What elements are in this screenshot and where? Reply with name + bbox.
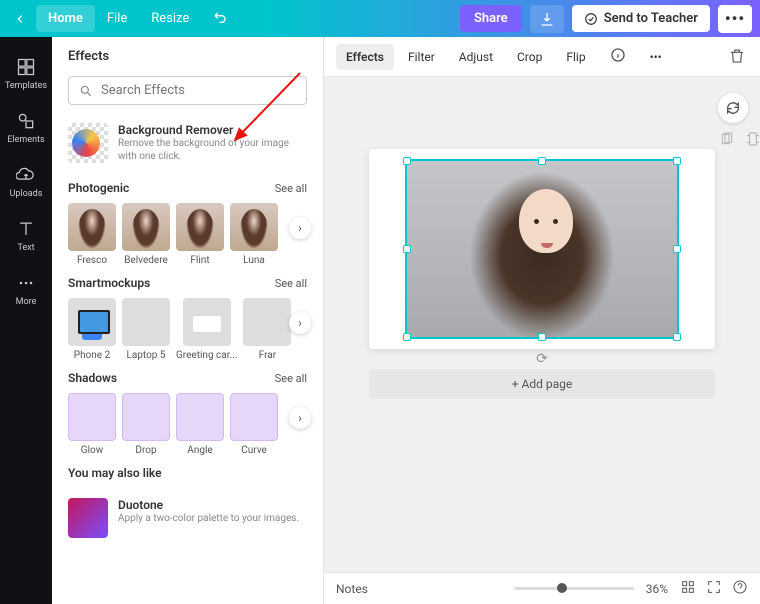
search-effects[interactable] [68, 76, 307, 105]
bg-remover-desc: Remove the background of your image with… [118, 137, 307, 163]
nav-uploads[interactable]: Uploads [0, 155, 52, 209]
shadow-angle[interactable]: Angle [176, 393, 224, 456]
zoom-slider[interactable] [514, 587, 634, 590]
tab-crop[interactable]: Crop [507, 44, 552, 70]
nav-templates[interactable]: Templates [0, 47, 52, 101]
expand-page-icon[interactable] [745, 131, 760, 149]
panel-title: Effects [52, 37, 323, 76]
nav-text[interactable]: Text [0, 209, 52, 263]
share-button[interactable]: Share [460, 5, 522, 32]
zoom-level[interactable]: 36% [646, 582, 668, 596]
duotone-title: Duotone [118, 498, 299, 512]
shadow-drop[interactable]: Drop [122, 393, 170, 456]
bg-remover-icon [68, 123, 108, 163]
smartmockups-next[interactable]: › [289, 312, 311, 334]
photogenic-title: Photogenic [68, 181, 129, 195]
back-button[interactable] [8, 7, 32, 31]
file-menu[interactable]: File [95, 5, 139, 32]
shadows-title: Shadows [68, 371, 117, 385]
toolbar-more[interactable]: ••• [640, 44, 672, 70]
smartmockups-title: Smartmockups [68, 276, 150, 290]
background-remover[interactable]: Background Remover Remove the background… [52, 117, 323, 175]
resize-handle[interactable] [673, 333, 681, 341]
resize-handle[interactable] [403, 333, 411, 341]
selected-image[interactable] [405, 159, 679, 339]
shadows-seeall[interactable]: See all [275, 372, 307, 385]
tab-flip[interactable]: Flip [556, 44, 595, 70]
download-button[interactable] [530, 5, 564, 33]
effect-fresco[interactable]: Fresco [68, 203, 116, 266]
resize-handle[interactable] [403, 245, 411, 253]
send-to-teacher-button[interactable]: Send to Teacher [572, 5, 710, 32]
tab-filter[interactable]: Filter [398, 44, 445, 70]
effect-duotone[interactable]: Duotone Apply a two-color palette to you… [52, 492, 323, 544]
photogenic-next[interactable]: › [289, 217, 311, 239]
resize-handle[interactable] [673, 245, 681, 253]
nav-elements[interactable]: Elements [0, 101, 52, 155]
mockup-greetingcard[interactable]: Greeting car... [176, 298, 237, 361]
bg-remover-title: Background Remover [118, 123, 307, 137]
resize-handle[interactable] [403, 157, 411, 165]
effect-luna[interactable]: Luna [230, 203, 278, 266]
smartmockups-seeall[interactable]: See all [275, 277, 307, 290]
effect-flint[interactable]: Flint [176, 203, 224, 266]
shadows-next[interactable]: › [289, 407, 311, 429]
tab-effects[interactable]: Effects [336, 44, 394, 70]
effect-belvedere[interactable]: Belvedere [122, 203, 170, 266]
help-button[interactable] [732, 579, 748, 598]
more-menu-button[interactable]: ••• [718, 5, 752, 33]
undo-button[interactable] [201, 3, 241, 35]
add-page-icon: ⟳ [536, 351, 548, 367]
fullscreen-button[interactable] [706, 579, 722, 598]
youlike-title: You may also like [68, 466, 162, 480]
add-page-button[interactable]: ⟳+ Add page [369, 369, 715, 399]
search-icon [79, 84, 93, 98]
resize-button[interactable]: Resize [139, 5, 201, 32]
mockup-frame[interactable]: Frar [243, 298, 291, 361]
photogenic-seeall[interactable]: See all [275, 182, 307, 195]
canvas-page[interactable] [369, 149, 715, 349]
notes-button[interactable]: Notes [336, 582, 368, 596]
duotone-icon [68, 498, 108, 538]
mockup-laptop5[interactable]: Laptop 5 [122, 298, 170, 361]
resize-handle[interactable] [673, 157, 681, 165]
info-button[interactable] [600, 41, 636, 72]
shadow-glow[interactable]: Glow [68, 393, 116, 456]
home-button[interactable]: Home [36, 5, 95, 32]
resize-handle[interactable] [538, 157, 546, 165]
tab-adjust[interactable]: Adjust [449, 44, 503, 70]
shadow-curve[interactable]: Curve [230, 393, 278, 456]
delete-button[interactable] [728, 47, 748, 67]
duotone-desc: Apply a two-color palette to your images… [118, 512, 299, 525]
grid-view-button[interactable] [680, 579, 696, 598]
copy-page-icon[interactable] [719, 131, 737, 149]
resize-handle[interactable] [538, 333, 546, 341]
nav-more[interactable]: More [0, 263, 52, 317]
search-input[interactable] [101, 83, 296, 98]
